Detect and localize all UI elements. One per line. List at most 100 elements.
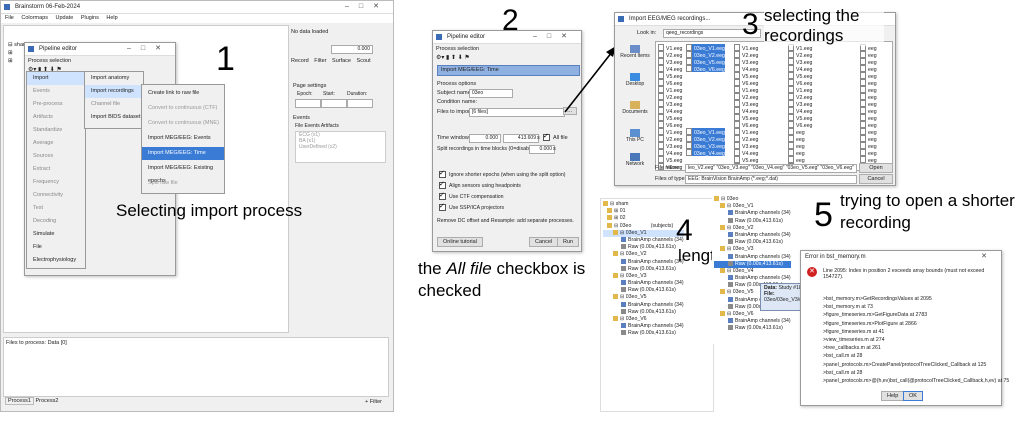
tree-node[interactable]: ⊞ 01 (603, 208, 684, 215)
place-recent[interactable]: Recent Items (617, 45, 653, 59)
open-button[interactable]: Open (859, 163, 893, 173)
tree-condition[interactable]: ⊟ 03eo_V6 (603, 316, 684, 323)
category-item[interactable]: Sources (27, 150, 85, 163)
subject-field[interactable]: 03eo (469, 89, 513, 98)
file-item[interactable]: 03eo_V2.eeg (686, 51, 725, 59)
tree2-raw[interactable]: Raw (0.00s,413.61s) (714, 217, 791, 225)
file-item[interactable]: V1.eeg (734, 44, 758, 52)
time-end-field[interactable]: 413.609 (503, 134, 539, 143)
file-item[interactable]: V5.eeg (734, 72, 758, 80)
file-item[interactable]: eeg (860, 93, 877, 101)
file-item[interactable]: V4.eeg (734, 149, 758, 157)
tab-scout[interactable]: Scout (357, 58, 371, 64)
file-item[interactable]: 03eo_V2.eeg (686, 135, 725, 143)
file-item[interactable]: eeg (860, 51, 877, 59)
menu-file[interactable]: File (5, 15, 14, 21)
option-align-sensors[interactable]: Align sensors using headpoints (439, 180, 521, 189)
start-field[interactable] (321, 99, 347, 108)
file-item[interactable]: V2.eeg (734, 93, 758, 101)
time-field[interactable]: 0.000 (331, 45, 373, 54)
file-item[interactable]: 03eo_V1.eeg (686, 128, 725, 136)
tree-condition[interactable]: ⊟ 03eo_V2 (603, 251, 684, 258)
help-button[interactable]: Help (881, 391, 905, 401)
category-item[interactable]: Standardize (27, 124, 85, 137)
tree-condition[interactable]: ⊟ 03eo_V1 (603, 229, 684, 237)
file-item[interactable]: eeg (860, 58, 877, 66)
file-item[interactable]: eeg (788, 142, 805, 150)
file-item[interactable]: eeg (788, 156, 805, 164)
file-item[interactable]: V1.eeg (734, 86, 758, 94)
tree-node[interactable]: ⊞ 02 (603, 215, 684, 222)
file-item[interactable]: eeg (788, 128, 805, 136)
tree2-condition[interactable]: ⊟ 03eo_V3 (714, 246, 791, 253)
file-item[interactable]: eeg (860, 107, 877, 115)
recordings-submenu-item[interactable]: Convert to continuous (CTF) (142, 102, 224, 115)
file-item[interactable]: eeg (860, 135, 877, 143)
place-network[interactable]: Network (617, 153, 653, 167)
file-item[interactable]: eeg (788, 135, 805, 143)
tree2-channels[interactable]: BrainAmp channels (34) (714, 275, 791, 282)
file-item[interactable]: V3.eeg (734, 142, 758, 150)
tree-channels[interactable]: BrainAmp channels (34) (603, 323, 684, 330)
tree-raw[interactable]: Raw (0.00s,413.61s) (603, 265, 684, 273)
file-item[interactable]: V3.eeg (788, 100, 812, 108)
file-item[interactable]: V3.eeg (658, 100, 682, 108)
tree-node-2[interactable]: ⊞ (8, 50, 13, 56)
category-item[interactable]: Import (27, 72, 85, 85)
file-item[interactable]: V6.eeg (788, 121, 812, 129)
category-item[interactable]: Frequency (27, 176, 85, 189)
file-item[interactable]: V1.eeg (658, 86, 682, 94)
place-desktop[interactable]: Desktop (617, 73, 653, 87)
all-file-checkbox[interactable]: All file (543, 132, 568, 141)
option-ssp[interactable]: Use SSP/ICA projectors (439, 202, 504, 211)
tree-raw[interactable]: Raw (0.00s,413.61s) (603, 308, 684, 316)
tree-raw[interactable]: Raw (0.00s,413.61s) (603, 244, 684, 251)
file-item[interactable]: V2.eeg (658, 135, 682, 143)
pipeline2-toolbar[interactable]: ⚙▾ ▮ ⬆ ⬇ ⚑ (433, 54, 581, 61)
file-item[interactable]: V3.eeg (788, 58, 812, 66)
file-item[interactable]: V5.eeg (658, 114, 682, 122)
tree-channels[interactable]: BrainAmp channels (34) (603, 236, 684, 244)
tree2-channels[interactable]: BrainAmp channels (34) (714, 231, 791, 239)
option-ignore-shorter[interactable]: Ignore shorter epochs (when using the sp… (439, 169, 566, 178)
file-item[interactable]: eeg (860, 114, 877, 122)
file-item[interactable]: V1.eeg (658, 44, 682, 52)
tree2-raw[interactable]: Raw (0.00s,413.61s) (714, 325, 791, 332)
tree-subject[interactable]: ⊟ 03eo (subjects) (603, 222, 684, 230)
file-item[interactable]: V4.eeg (658, 107, 682, 115)
file-item[interactable]: V6.eeg (734, 121, 758, 129)
file-item[interactable]: eeg (860, 121, 877, 129)
file-item[interactable]: V4.eeg (658, 65, 682, 73)
file-item[interactable]: eeg (860, 72, 877, 80)
tree2-channels[interactable]: BrainAmp channels (34) (714, 210, 791, 217)
events-menu[interactable]: File Events Artifacts (295, 123, 339, 129)
file-item[interactable]: eeg (860, 149, 877, 157)
cancel-button[interactable]: Cancel (859, 174, 893, 184)
tab-filter[interactable]: Filter (314, 58, 326, 64)
files-field[interactable]: [6 files] (469, 108, 565, 117)
tab-process2[interactable]: Process2 (35, 398, 58, 404)
tree2-raw[interactable]: Raw (0.00s,413.61s) (714, 239, 791, 246)
recordings-submenu-item[interactable]: Split raw file (142, 177, 224, 190)
file-item[interactable]: V1.eeg (788, 86, 812, 94)
file-item[interactable]: V5.eeg (658, 156, 682, 164)
epoch-field[interactable] (295, 99, 321, 108)
category-item[interactable]: Electrophysiology (27, 254, 85, 267)
file-item[interactable]: V6.eeg (658, 121, 682, 129)
file-item[interactable]: eeg (860, 79, 877, 87)
file-item[interactable]: V3.eeg (734, 58, 758, 66)
tree2-condition[interactable]: ⊟ 03eo_V4 (714, 267, 791, 275)
place-documents[interactable]: Documents (617, 101, 653, 115)
close-icon[interactable]: ✕ (981, 251, 997, 263)
submenu-item[interactable]: Import anatomy (85, 72, 143, 85)
tree2-channels[interactable]: BrainAmp channels (34) (714, 318, 791, 325)
recordings-submenu-item[interactable]: Convert to continuous (MNE) (142, 117, 224, 130)
tree-condition[interactable]: ⊟ 03eo_V3 (603, 272, 684, 280)
tree-raw[interactable]: Raw (0.00s,413.61s) (603, 287, 684, 294)
category-item[interactable]: Pre-process (27, 98, 85, 111)
recordings-submenu-item[interactable]: Import MEG/EEG: Time (142, 147, 224, 160)
category-item[interactable]: Connectivity (27, 189, 85, 202)
file-item[interactable]: V1.eeg (734, 128, 758, 136)
file-item[interactable]: V5.eeg (788, 114, 812, 122)
file-item[interactable]: V4.eeg (734, 65, 758, 73)
